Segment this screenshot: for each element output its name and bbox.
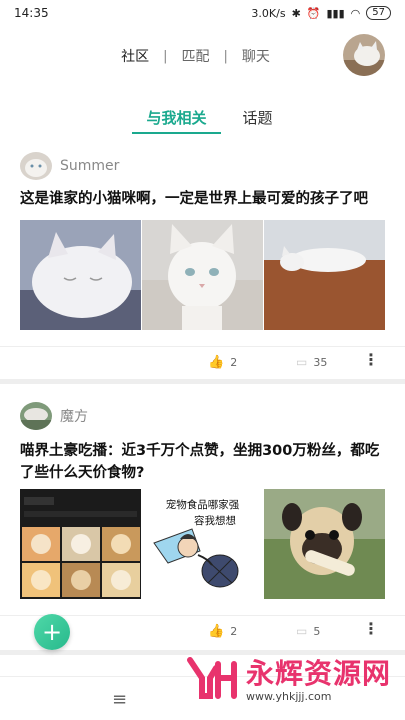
comment-button[interactable]: ▭ 5 (296, 624, 320, 638)
battery-icon: 57 (366, 6, 391, 20)
image-caption-line1: 宠物食品哪家强 (165, 499, 240, 511)
user-avatar[interactable] (343, 34, 385, 76)
more-options-icon[interactable]: ⋮ (363, 621, 379, 637)
watermark-logo (186, 656, 237, 699)
nav-separator: | (223, 48, 228, 64)
watermark-url: www.yhkjjj.com (245, 690, 332, 703)
post-images (20, 220, 385, 330)
status-bar: 14:35 3.0K/s ✱ ⏰ ▮▮▮ ◠ 57 (0, 0, 405, 26)
post-actions: 👍 2 ▭ 35 ⋮ (0, 346, 405, 376)
like-count: 2 (230, 625, 238, 638)
comment-button[interactable]: ▭ 35 (296, 355, 327, 369)
watermark: 永辉资源网 www.yhkjjj.com (186, 652, 391, 703)
status-time: 14:35 (14, 6, 49, 20)
post-username[interactable]: Summer (60, 158, 119, 174)
top-nav: 社区 | 匹配 | 聊天 (0, 34, 405, 78)
watermark-text: 永辉资源网 (245, 657, 391, 690)
nav-separator: | (163, 48, 168, 64)
like-button[interactable]: 👍 2 (208, 355, 237, 370)
like-count: 2 (230, 356, 238, 369)
post-card[interactable]: Summer 这是谁家的小猫咪啊，一定是世界上最可爱的孩子了吧 👍 2 ▭ 35… (0, 148, 405, 376)
comment-count: 5 (313, 624, 321, 638)
comment-icon: ▭ (296, 624, 308, 638)
content-tabs: 与我相关 话题 (0, 100, 405, 136)
alarm-icon: ⏰ (306, 6, 321, 20)
post-title[interactable]: 喵界土豪吃播：近3千万个点赞，坐拥300万粉丝，都吃了些什么天价食物? (20, 440, 385, 484)
post-username[interactable]: 魔方 (60, 406, 88, 426)
post-avatar[interactable] (20, 152, 52, 180)
post-avatar[interactable] (20, 402, 52, 430)
post-image[interactable] (264, 220, 385, 330)
tab-related[interactable]: 与我相关 (132, 100, 221, 134)
post-header: 魔方 (20, 402, 88, 430)
thumbs-up-icon: 👍 (208, 624, 225, 639)
post-image[interactable] (264, 489, 385, 599)
post-divider (0, 379, 405, 384)
menu-icon[interactable]: ≡ (112, 689, 127, 710)
nav-match[interactable]: 匹配 (182, 46, 210, 66)
network-speed: 3.0K/s (251, 6, 286, 20)
plus-icon: + (41, 618, 63, 646)
post-title[interactable]: 这是谁家的小猫咪啊，一定是世界上最可爱的孩子了吧 (20, 188, 385, 210)
status-icons: 3.0K/s ✱ ⏰ ▮▮▮ ◠ 57 (251, 6, 391, 20)
post-card[interactable]: 魔方 喵界土豪吃播：近3千万个点赞，坐拥300万粉丝，都吃了些什么天价食物? 宠… (0, 400, 405, 650)
post-image[interactable]: 宠物食品哪家强 容我想想 (142, 489, 263, 599)
post-images: 宠物食品哪家强 容我想想 (20, 489, 385, 599)
image-caption-line2: 容我想想 (194, 515, 236, 527)
thumbs-up-icon: 👍 (208, 355, 225, 370)
signal-icon: ▮▮▮ (326, 6, 345, 20)
post-image[interactable] (142, 220, 263, 330)
wifi-icon: ◠ (350, 6, 361, 20)
comment-icon: ▭ (296, 355, 308, 369)
post-image[interactable] (20, 489, 141, 599)
like-button[interactable]: 👍 2 (208, 624, 237, 639)
more-options-icon[interactable]: ⋮ (363, 352, 379, 368)
post-header: Summer (20, 152, 119, 180)
nav-chat[interactable]: 聊天 (242, 46, 270, 66)
bluetooth-icon: ✱ (291, 6, 301, 20)
nav-community[interactable]: 社区 (121, 46, 149, 66)
comment-count: 35 (313, 355, 328, 369)
add-post-button[interactable]: + (34, 614, 70, 650)
tab-topics[interactable]: 话题 (243, 100, 273, 134)
post-image[interactable] (20, 220, 141, 330)
